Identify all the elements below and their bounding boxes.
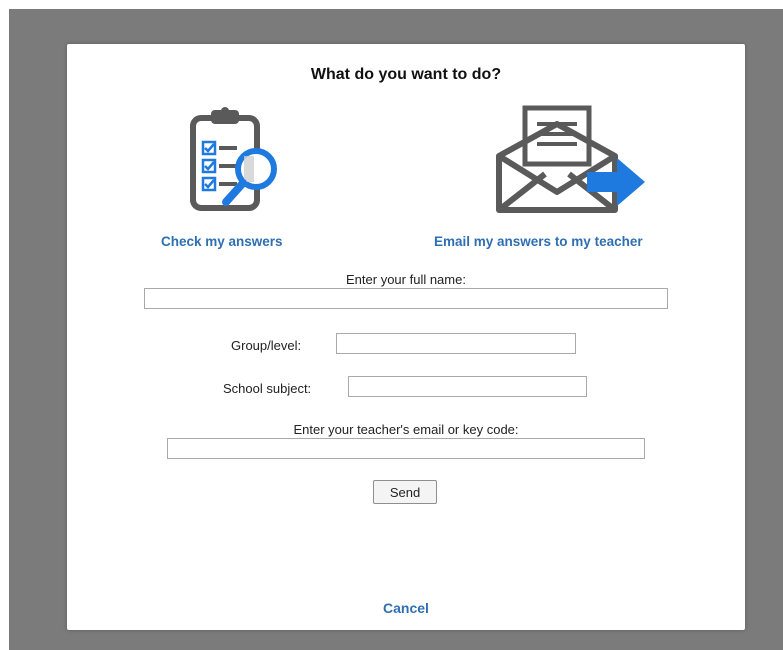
send-button[interactable]: Send <box>373 480 437 504</box>
dialog-title: What do you want to do? <box>310 66 502 83</box>
group-level-label: Group/level: <box>231 338 302 353</box>
action-dialog: What do you want to do? Check my answers… <box>67 44 745 630</box>
group-level-input[interactable] <box>336 333 576 354</box>
check-answers-label[interactable]: Check my answers <box>161 234 283 249</box>
check-answers-option[interactable]: Check my answers <box>151 104 301 254</box>
school-subject-input[interactable] <box>348 376 587 397</box>
email-teacher-option[interactable]: Email my answers to my teacher <box>427 104 717 254</box>
cancel-link[interactable]: Cancel <box>67 600 745 616</box>
teacher-email-input[interactable] <box>167 438 645 459</box>
school-subject-label: School subject: <box>223 381 312 396</box>
full-name-input[interactable] <box>144 288 668 309</box>
email-teacher-label[interactable]: Email my answers to my teacher <box>434 234 643 249</box>
full-name-label: Enter your full name: <box>346 272 466 287</box>
envelope-arrow-icon <box>496 105 645 213</box>
teacher-email-label: Enter your teacher's email or key code: <box>293 422 519 437</box>
clipboard-magnifier-icon <box>190 107 277 211</box>
